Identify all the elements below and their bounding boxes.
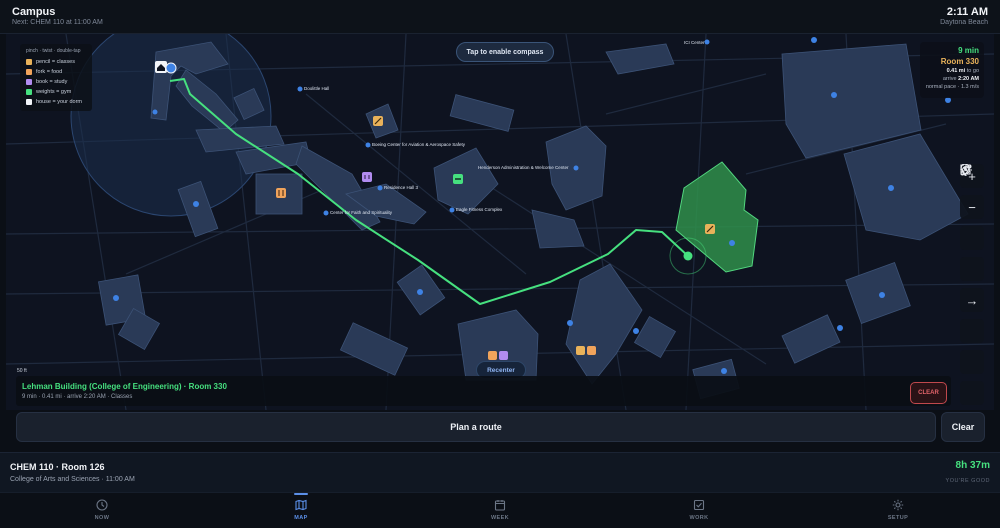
legend-row: weights = gym — [26, 87, 86, 97]
zoom-out-button[interactable]: − — [960, 195, 984, 219]
next-class-countdown: 8h 37m — [955, 460, 990, 471]
map-label-boeing-center: Boeing Center for Aviation & Aerospace S… — [372, 142, 465, 147]
map-label-eagle-fitness: Eagle Fitness Complex — [456, 207, 503, 212]
eta-distance-suffix: to go — [966, 68, 979, 74]
legend-label: weights = gym — [36, 89, 72, 95]
eta-arrive: arrive 2:20 AM — [925, 76, 979, 82]
map-label-henderson-admin: Henderson Administration & Welcome Cente… — [478, 165, 569, 170]
nav-setup[interactable]: SETUP — [868, 493, 928, 528]
class-marker-destination[interactable] — [705, 224, 715, 234]
city-label: Daytona Beach — [940, 19, 988, 26]
eta-distance-value: 0.41 mi — [946, 68, 966, 74]
legend-label: pencil = classes — [36, 59, 75, 65]
pin-start-button[interactable] — [960, 164, 984, 250]
next-class-status: YOU'RE GOOD — [945, 478, 990, 484]
clear-destination-button[interactable]: CLEAR — [910, 382, 947, 404]
legend-row: fork = food — [26, 67, 86, 77]
locate-button[interactable] — [960, 164, 984, 374]
checkbox-icon — [693, 499, 705, 511]
map-label-faith-center: Center for Faith and Spirituality — [330, 210, 393, 215]
map-label-ici-center: ICI Center — [684, 40, 705, 45]
enable-compass-button[interactable]: Tap to enable compass — [456, 42, 554, 62]
map-controls: + − → — [960, 164, 984, 410]
nav-label: MAP — [294, 515, 308, 521]
nav-map[interactable]: MAP — [271, 493, 331, 528]
map-canvas[interactable] — [6, 34, 994, 410]
house-icon — [26, 99, 32, 105]
bottom-nav: NOW MAP WEEK WORK SETUP — [0, 492, 1000, 528]
legend-hint: pinch · twist · double-tap — [26, 48, 81, 54]
nav-label: WORK — [689, 515, 709, 521]
fullscreen-icon — [960, 164, 971, 175]
page-title: Campus — [12, 6, 56, 18]
legend-row: pencil = classes — [26, 57, 86, 67]
book-icon — [26, 79, 32, 85]
next-class-title: CHEM 110 · Room 126 — [10, 462, 105, 472]
arrow-right-button[interactable]: → — [960, 288, 984, 312]
pencil-icon — [26, 59, 32, 65]
legend-label: book = study — [36, 79, 68, 85]
clear-route-button[interactable]: Clear — [941, 412, 985, 442]
destination-subtitle: 9 min · 0.41 mi · arrive 2:20 AM · Class… — [22, 394, 133, 400]
campus-map[interactable]: pinch · twist · double-tap pencil = clas… — [6, 34, 994, 410]
map-label-residence-hall-3: Residence Hall 3 — [384, 185, 419, 190]
eta-card: 9 min Room 330 0.41 mi to go arrive 2:20… — [920, 42, 984, 98]
clock: 2:11 AM — [946, 6, 988, 18]
eta-arrive-prefix: arrive — [942, 76, 957, 82]
nav-now[interactable]: NOW — [72, 493, 132, 528]
pin-end-button[interactable] — [960, 164, 984, 281]
gym-marker[interactable] — [453, 174, 463, 184]
food-marker[interactable] — [276, 188, 286, 198]
map-legend: pinch · twist · double-tap pencil = clas… — [20, 44, 92, 111]
legend-row: house = your dorm — [26, 97, 86, 107]
eta-distance: 0.41 mi to go — [925, 68, 979, 74]
next-class-subtitle: College of Arts and Sciences · 11:00 AM — [10, 476, 135, 483]
legend-label: fork = food — [36, 69, 63, 75]
map-icon — [295, 499, 307, 511]
route-button[interactable] — [960, 164, 984, 343]
legend-label: house = your dorm — [36, 99, 83, 105]
map-label-doolittle-hall: Doolittle Hall — [304, 86, 330, 91]
plan-route-button[interactable]: Plan a route — [16, 412, 936, 442]
nav-week[interactable]: WEEK — [470, 493, 530, 528]
eta-arrive-value: 2:20 AM — [958, 76, 979, 82]
destination-strip: Lehman Building (College of Engineering)… — [16, 376, 951, 406]
next-class-card[interactable]: CHEM 110 · Room 126 College of Arts and … — [0, 452, 1000, 492]
map-scale: 50 ft — [17, 368, 27, 374]
fork-icon — [26, 69, 32, 75]
study-marker[interactable] — [362, 172, 372, 182]
calendar-icon — [494, 500, 506, 511]
weights-icon — [26, 89, 32, 95]
next-class-hint: Next: CHEM 110 at 11:00 AM — [12, 19, 103, 26]
eta-minutes: 9 min — [958, 46, 979, 55]
legend-row: book = study — [26, 77, 86, 87]
nav-work[interactable]: WORK — [669, 493, 729, 528]
eta-pace: normal pace · 1.3 m/s — [925, 84, 979, 90]
nav-label: WEEK — [490, 515, 510, 521]
class-marker[interactable] — [373, 116, 383, 126]
destination-title: Lehman Building (College of Engineering)… — [22, 382, 227, 391]
fullscreen-button[interactable] — [960, 164, 984, 405]
top-header: Campus Next: CHEM 110 at 11:00 AM 2:11 A… — [0, 0, 1000, 34]
clock-icon — [96, 499, 108, 511]
nav-label: NOW — [94, 515, 110, 521]
gear-icon — [892, 499, 904, 511]
eta-room: Room 330 — [940, 57, 979, 66]
nav-label: SETUP — [887, 515, 909, 521]
